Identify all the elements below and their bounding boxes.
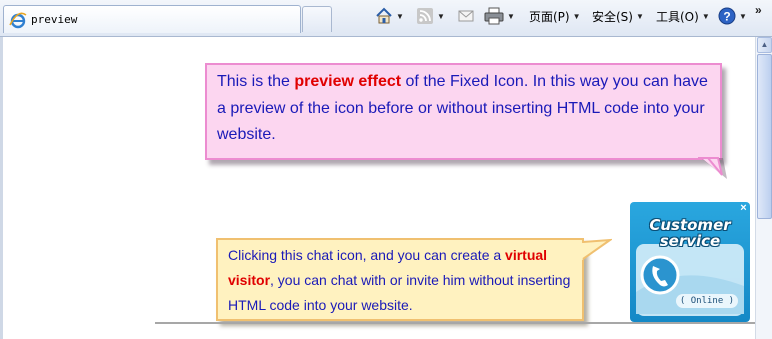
customer-service-subtitle: service <box>659 232 721 250</box>
scroll-up-button[interactable]: ▲ <box>757 37 772 53</box>
help-button[interactable]: ? ▼ <box>718 5 747 27</box>
preview-note: This is the preview effect of the Fixed … <box>205 63 722 160</box>
chat-note-text: Clicking this chat icon, and you can cre… <box>228 247 506 263</box>
svg-text:?: ? <box>723 10 730 24</box>
help-icon: ? <box>718 7 736 25</box>
home-button[interactable]: ▼ <box>375 5 404 27</box>
chevron-down-icon: ▼ <box>635 11 644 21</box>
chevron-down-icon: ▼ <box>572 11 581 21</box>
mail-icon <box>458 10 474 22</box>
preview-note-tail <box>698 155 727 179</box>
chat-note-text: , you can chat with or invite him withou… <box>228 272 571 313</box>
preview-note-text: This is the <box>217 73 295 90</box>
tab-title: preview <box>31 13 78 26</box>
chat-note-tail <box>582 238 612 260</box>
window-edge <box>0 37 3 339</box>
chat-note: Clicking this chat icon, and you can cre… <box>216 238 584 321</box>
safety-menu-label: 安全(S) <box>592 9 633 24</box>
chevron-down-icon: ▼ <box>396 11 404 21</box>
chevron-down-icon: ▼ <box>507 11 515 21</box>
feeds-icon <box>417 8 433 24</box>
ie-icon <box>9 12 27 29</box>
phone-icon <box>640 255 680 295</box>
chevron-down-icon: ▼ <box>437 11 445 21</box>
tab-preview[interactable]: preview <box>3 5 301 33</box>
close-icon[interactable]: × <box>738 203 749 214</box>
chevron-down-icon: ▼ <box>701 11 710 21</box>
vertical-scrollbar[interactable]: ▲ <box>755 37 772 339</box>
toolbar-overflow-button[interactable]: » <box>755 3 762 17</box>
page-menu-label: 页面(P) <box>529 9 570 24</box>
home-icon <box>376 7 392 24</box>
customer-service-title: Customer <box>649 216 731 234</box>
mail-button[interactable] <box>457 5 475 27</box>
page-menu[interactable]: 页面(P) ▼ <box>529 5 581 27</box>
customer-service-chat-icon[interactable]: Customer service ( Online ) × <box>630 202 750 322</box>
scroll-thumb[interactable] <box>757 54 772 219</box>
browser-toolbar: preview ▼ ▼ ▼ 页面(P) ▼ 安全(S) ▼ 工具(O) ▼ ? … <box>0 0 772 37</box>
print-button[interactable]: ▼ <box>484 5 515 27</box>
tools-menu[interactable]: 工具(O) ▼ <box>656 5 710 27</box>
chevron-down-icon: ▼ <box>739 11 747 21</box>
print-icon <box>484 7 504 25</box>
preview-effect-highlight: preview effect <box>294 73 402 90</box>
new-tab-button[interactable] <box>302 6 332 32</box>
online-status: ( Online ) <box>676 294 738 308</box>
safety-menu[interactable]: 安全(S) ▼ <box>592 5 644 27</box>
tools-menu-label: 工具(O) <box>656 9 699 24</box>
feeds-button[interactable]: ▼ <box>416 5 445 27</box>
page-divider <box>155 322 755 324</box>
